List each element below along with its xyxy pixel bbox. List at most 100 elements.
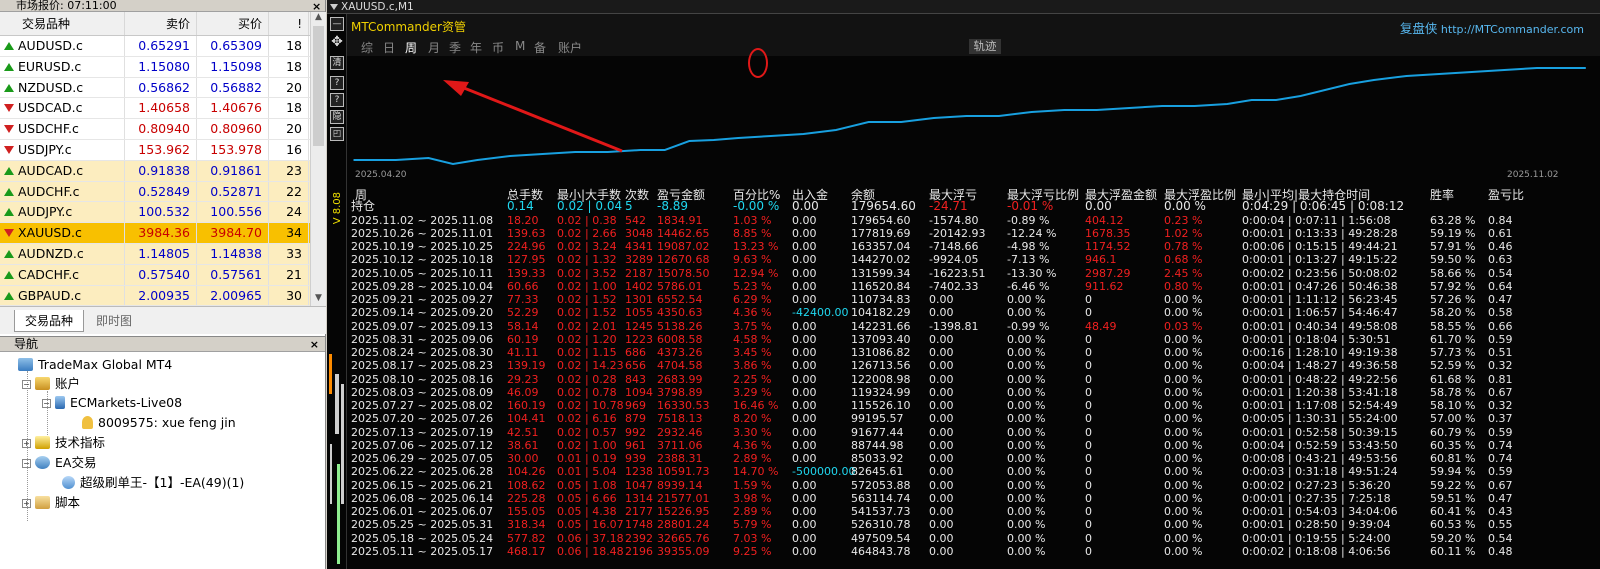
- table-row[interactable]: 2025.06.01 ~ 2025.06.07 155.05 0.05 | 4.38…: [347, 505, 1600, 518]
- table-row[interactable]: 2025.08.31 ~ 2025.09.06 60.19 0.02 | 1.20 1…: [347, 333, 1600, 346]
- help-icon[interactable]: ?: [330, 93, 344, 107]
- table-row[interactable]: 2025.05.18 ~ 2025.05.24 577.82 0.06 | 37.1…: [347, 532, 1600, 545]
- col-spread-header[interactable]: !: [269, 12, 309, 35]
- brand-link-label[interactable]: 复盘侠: [1400, 21, 1438, 36]
- nav-scripts[interactable]: + 脚本: [22, 493, 80, 512]
- market-watch-row[interactable]: AUDCAD.c 0.91838 0.91861 23: [0, 160, 310, 182]
- cell-minmax: 0.06 | 37.18: [557, 531, 624, 545]
- tab-symbols[interactable]: 交易品种: [14, 310, 85, 332]
- ea-icon: [35, 456, 50, 469]
- period-tab[interactable]: M: [515, 39, 525, 53]
- col-symbol-header[interactable]: 交易品种: [0, 12, 125, 35]
- nav-terminal[interactable]: TradeMax Global MT4: [18, 355, 172, 374]
- table-row[interactable]: 2025.08.03 ~ 2025.08.09 46.09 0.02 | 0.78 1…: [347, 386, 1600, 399]
- table-row[interactable]: 2025.09.21 ~ 2025.09.27 77.33 0.02 | 1.52 1…: [347, 293, 1600, 306]
- restore-icon[interactable]: ◰: [330, 127, 344, 141]
- nav-expert-advisors[interactable]: − EA交易: [22, 453, 96, 472]
- col-bid-header[interactable]: 卖价: [125, 12, 197, 35]
- track-button[interactable]: 轨迹: [969, 39, 1001, 54]
- table-row[interactable]: 2025.07.27 ~ 2025.08.02 160.19 0.02 | 10.7…: [347, 399, 1600, 412]
- cell-maxloss_pct: 0.00 %: [1007, 346, 1046, 359]
- expand-icon[interactable]: +: [22, 499, 31, 508]
- market-watch-row[interactable]: AUDNZD.c 1.14805 1.14838 33: [0, 243, 310, 265]
- symbol-cell: GBPAUD.c: [0, 285, 125, 306]
- close-icon[interactable]: ×: [312, 0, 1594, 13]
- period-tab[interactable]: 综: [361, 39, 373, 56]
- nav-user-account[interactable]: 8009575: xue feng jin: [82, 413, 236, 432]
- period-tab[interactable]: 月: [428, 39, 440, 56]
- table-row[interactable]: 2025.10.26 ~ 2025.11.01 139.63 0.02 | 2.66…: [347, 227, 1600, 240]
- table-row[interactable]: 2025.06.22 ~ 2025.06.28 104.26 0.01 | 5.04…: [347, 465, 1600, 478]
- market-watch-row[interactable]: USDJPY.c 153.962 153.978 16: [0, 139, 310, 161]
- scroll-down-icon[interactable]: ▼: [311, 293, 326, 307]
- market-watch-row[interactable]: XAUUSD.c 3984.36 3984.70 34: [0, 223, 310, 244]
- table-row[interactable]: 2025.07.20 ~ 2025.07.26 104.41 0.02 | 6.16…: [347, 412, 1600, 425]
- table-row[interactable]: 2025.07.13 ~ 2025.07.19 42.51 0.02 | 0.57 9…: [347, 426, 1600, 439]
- market-watch-row[interactable]: CADCHF.c 0.57540 0.57561 21: [0, 264, 310, 286]
- website-url[interactable]: http://MTCommander.com: [1441, 23, 1584, 36]
- chart-window[interactable]: XAUUSD.c,M1 — ✥ 清 ? ? 隐 ◰ V 8.08 MTComma…: [327, 0, 1600, 569]
- cell-io: 0.00: [792, 399, 817, 412]
- cell-minmax: 0.05 | 6.66: [557, 491, 617, 505]
- minimize-icon[interactable]: —: [330, 17, 344, 31]
- table-row[interactable]: 2025.06.15 ~ 2025.06.21 108.62 0.05 | 1.08…: [347, 479, 1600, 492]
- period-tab[interactable]: 币: [492, 39, 504, 56]
- cell-balance: 131086.82: [851, 346, 911, 359]
- nav-indicators[interactable]: + 技术指标: [22, 433, 105, 452]
- table-row[interactable]: 2025.09.14 ~ 2025.09.20 52.29 0.02 | 1.52 1…: [347, 306, 1600, 319]
- expand-icon[interactable]: +: [22, 439, 31, 448]
- cell-minmax: 0.05 | 16.07: [557, 518, 624, 532]
- help-icon[interactable]: ?: [330, 76, 344, 90]
- period-tab[interactable]: 季: [449, 39, 461, 56]
- collapse-icon[interactable]: −: [42, 399, 51, 408]
- cell-maxprofit_pct: 0.00 %: [1164, 399, 1203, 412]
- table-row[interactable]: 2025.05.25 ~ 2025.05.31 318.34 0.05 | 16.0…: [347, 518, 1600, 531]
- market-watch-row[interactable]: AUDUSD.c 0.65291 0.65309 18: [0, 36, 310, 57]
- table-row[interactable]: 2025.11.02 ~ 2025.11.08 18.20 0.02 | 0.38 5…: [347, 214, 1600, 227]
- table-row[interactable]: 2025.06.29 ~ 2025.07.05 30.00 0.01 | 0.19 9…: [347, 452, 1600, 465]
- market-watch-row[interactable]: EURUSD.c 1.15080 1.15098 18: [0, 56, 310, 78]
- cell-pf: 0.51: [1488, 346, 1513, 359]
- close-icon[interactable]: ×: [310, 337, 319, 352]
- col-ask-header[interactable]: 买价: [197, 12, 269, 35]
- table-row[interactable]: 2025.05.11 ~ 2025.05.17 468.17 0.06 | 18.4…: [347, 545, 1600, 558]
- market-watch-scrollbar[interactable]: ▲ ▼: [310, 12, 326, 307]
- period-tab[interactable]: 账户: [558, 39, 582, 56]
- collapse-icon[interactable]: −: [22, 459, 31, 468]
- scroll-thumb[interactable]: [313, 26, 324, 146]
- period-tab[interactable]: 周: [405, 39, 417, 56]
- table-row[interactable]: 2025.07.06 ~ 2025.07.12 38.61 0.02 | 1.00 9…: [347, 439, 1600, 452]
- table-row[interactable]: 2025.10.05 ~ 2025.10.11 139.33 0.02 | 3.52…: [347, 267, 1600, 280]
- nav-server[interactable]: − ECMarkets-Live08: [42, 393, 182, 412]
- cell-count: 1748: [625, 518, 653, 532]
- market-watch-row[interactable]: AUDJPY.c 100.532 100.556 24: [0, 202, 310, 224]
- nav-accounts[interactable]: − 账户: [22, 374, 80, 393]
- market-watch-row[interactable]: AUDCHF.c 0.52849 0.52871 22: [0, 181, 310, 203]
- website-link[interactable]: 复盘侠 http://MTCommander.com: [1400, 18, 1584, 37]
- clear-button[interactable]: 清: [330, 56, 344, 70]
- tab-tick-chart[interactable]: 即时图: [86, 310, 142, 332]
- cell-maxprofit: 0: [1085, 478, 1092, 492]
- scroll-up-icon[interactable]: ▲: [311, 12, 326, 26]
- period-tab[interactable]: 年: [470, 39, 482, 56]
- table-row[interactable]: 2025.08.17 ~ 2025.08.23 139.19 0.02 | 14.2…: [347, 359, 1600, 372]
- period-tab[interactable]: 备: [534, 39, 546, 56]
- table-row[interactable]: 2025.10.12 ~ 2025.10.18 127.95 0.02 | 1.32…: [347, 253, 1600, 266]
- period-tab[interactable]: 日: [383, 39, 395, 56]
- symbol-label: XAUUSD.c: [18, 225, 82, 241]
- cell-maxloss: 0.00: [929, 346, 954, 359]
- table-row[interactable]: 2025.08.10 ~ 2025.08.16 29.23 0.02 | 0.28 8…: [347, 373, 1600, 386]
- market-watch-row[interactable]: GBPAUD.c 2.00935 2.00965 30: [0, 285, 310, 307]
- move-icon[interactable]: ✥: [330, 35, 344, 50]
- table-row[interactable]: 2025.09.07 ~ 2025.09.13 58.14 0.02 | 2.01 1…: [347, 320, 1600, 333]
- nav-ea-item[interactable]: 超级刷单王-【1】-EA(49)(1): [62, 473, 244, 492]
- market-watch-row[interactable]: USDCHF.c 0.80940 0.80960 20: [0, 119, 310, 140]
- market-watch-row[interactable]: USDCAD.c 1.40658 1.40676 18: [0, 98, 310, 120]
- table-row[interactable]: 2025.10.19 ~ 2025.10.25 224.96 0.02 | 3.24…: [347, 240, 1600, 253]
- collapse-icon[interactable]: −: [22, 380, 31, 389]
- table-row[interactable]: 2025.08.24 ~ 2025.08.30 41.11 0.02 | 1.15 6…: [347, 346, 1600, 359]
- hide-button[interactable]: 隐: [330, 110, 344, 124]
- market-watch-row[interactable]: NZDUSD.c 0.56862 0.56882 20: [0, 77, 310, 99]
- table-row[interactable]: 2025.06.08 ~ 2025.06.14 225.28 0.05 | 6.66…: [347, 492, 1600, 505]
- table-row[interactable]: 2025.09.28 ~ 2025.10.04 60.66 0.02 | 1.00 1…: [347, 280, 1600, 293]
